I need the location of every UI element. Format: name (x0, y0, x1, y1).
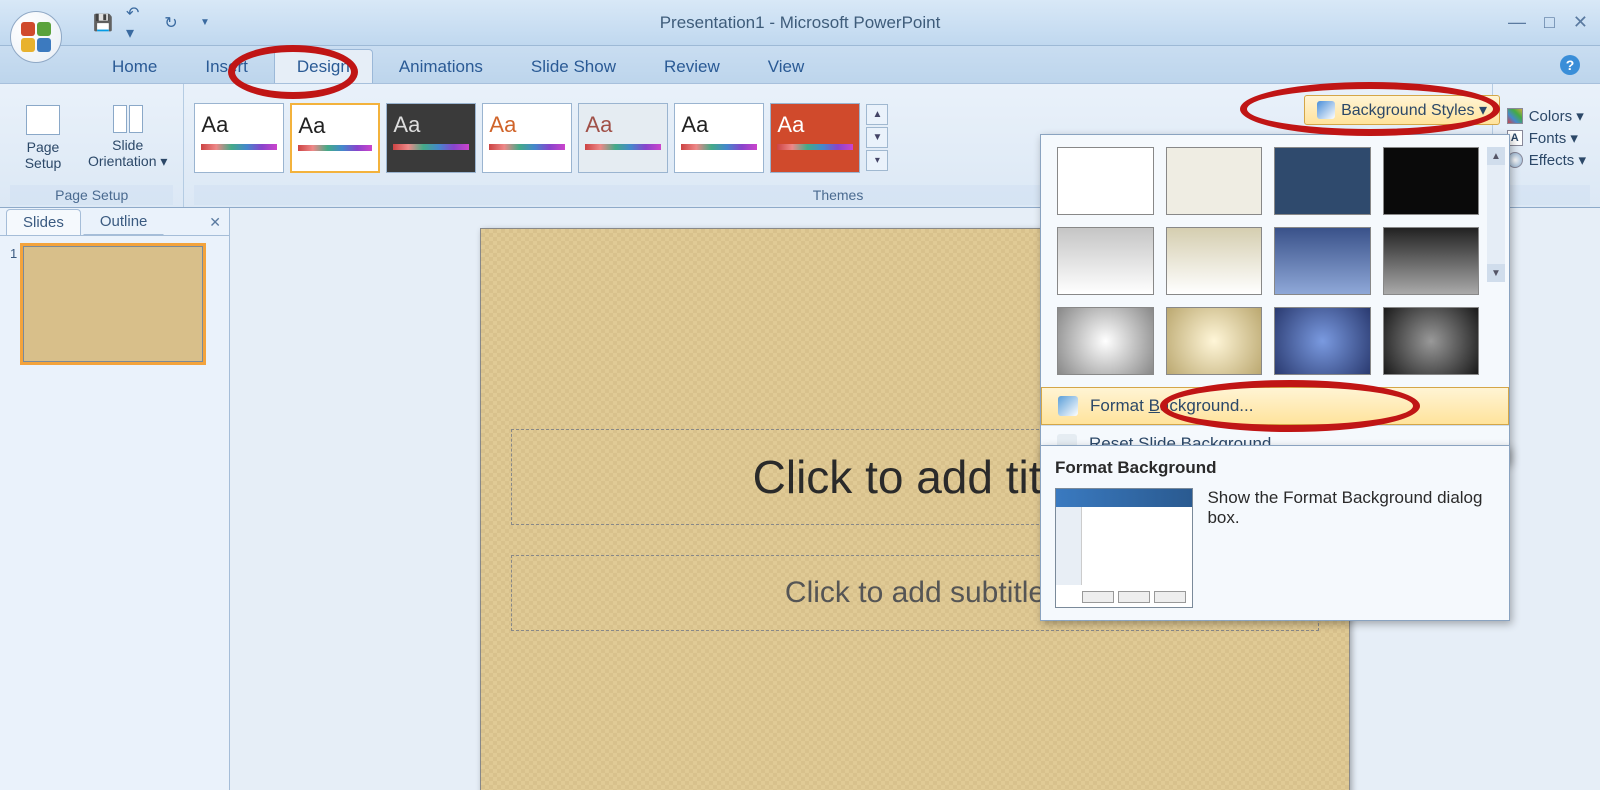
slide-orientation-label: Slide Orientation ▾ (88, 137, 167, 170)
theme-thumbnail[interactable]: Aa (194, 103, 284, 173)
colors-button[interactable]: Colors ▾ (1503, 106, 1590, 126)
window-controls: — □ ✕ (1508, 12, 1588, 33)
background-styles-dropdown: ▲ ▼ Format Background... Reset Slide Bac… (1040, 134, 1510, 463)
tab-view[interactable]: View (746, 50, 827, 83)
effects-label: Effects ▾ (1529, 151, 1586, 169)
background-swatch[interactable] (1057, 307, 1154, 375)
tab-insert[interactable]: Insert (183, 50, 270, 83)
background-swatch[interactable] (1166, 227, 1263, 295)
pane-tab-outline[interactable]: Outline (83, 208, 165, 235)
slide-thumbnail-item[interactable]: 1 (10, 246, 219, 362)
help-icon[interactable]: ? (1560, 55, 1580, 75)
quick-access-toolbar: 💾 ↶ ▾ ↻ ▼ (92, 12, 216, 34)
ribbon-tabs: Home Insert Design Animations Slide Show… (0, 46, 1600, 84)
theme-thumbnail[interactable]: Aa (290, 103, 380, 173)
tab-review[interactable]: Review (642, 50, 742, 83)
tooltip-title: Format Background (1055, 458, 1495, 478)
background-swatch[interactable] (1057, 147, 1154, 215)
theme-thumbnail[interactable]: Aa (674, 103, 764, 173)
background-swatch[interactable] (1274, 147, 1371, 215)
undo-icon[interactable]: ↶ ▾ (126, 12, 148, 34)
background-swatch[interactable] (1274, 227, 1371, 295)
background-swatch[interactable] (1166, 307, 1263, 375)
effects-button[interactable]: Effects ▾ (1503, 150, 1590, 170)
qat-dropdown-icon[interactable]: ▼ (194, 12, 216, 34)
format-background-label: Format Background... (1090, 396, 1253, 416)
tooltip-description: Show the Format Background dialog box. (1207, 488, 1495, 608)
pane-tabs: Slides Outline ✕ (0, 208, 229, 236)
slide-thumbnail-list: 1 (0, 236, 229, 372)
colors-label: Colors ▾ (1529, 107, 1584, 125)
tab-design[interactable]: Design (274, 49, 373, 83)
tooltip-preview-image (1055, 488, 1193, 608)
background-styles-label: Background Styles ▾ (1341, 100, 1487, 120)
tab-slideshow[interactable]: Slide Show (509, 50, 638, 83)
group-label-background (1503, 185, 1590, 205)
close-button[interactable]: ✕ (1573, 12, 1588, 33)
theme-thumbnail[interactable]: Aa (386, 103, 476, 173)
scroll-down-icon[interactable]: ▼ (1487, 264, 1505, 282)
tab-home[interactable]: Home (90, 50, 179, 83)
page-setup-icon (26, 105, 60, 135)
background-swatch[interactable] (1383, 147, 1480, 215)
slide-number: 1 (10, 246, 17, 362)
scroll-up-icon[interactable]: ▲ (1487, 147, 1505, 165)
page-setup-label: Page Setup (25, 139, 62, 171)
office-button[interactable] (10, 11, 62, 63)
background-swatch[interactable] (1383, 227, 1480, 295)
pane-tab-slides[interactable]: Slides (6, 209, 81, 235)
tab-animations[interactable]: Animations (377, 50, 505, 83)
title-bar: 💾 ↶ ▾ ↻ ▼ Presentation1 - Microsoft Powe… (0, 0, 1600, 46)
minimize-button[interactable]: — (1508, 12, 1526, 33)
format-background-tooltip: Format Background Show the Format Backgr… (1040, 445, 1510, 621)
background-swatch[interactable] (1057, 227, 1154, 295)
slide-orientation-icon (113, 105, 143, 133)
window-title: Presentation1 - Microsoft PowerPoint (660, 13, 941, 33)
background-swatch-grid (1041, 135, 1509, 387)
slide-thumbnail (23, 246, 203, 362)
slide-orientation-button[interactable]: Slide Orientation ▾ (82, 101, 173, 174)
maximize-button[interactable]: □ (1544, 12, 1555, 33)
pane-close-icon[interactable]: ✕ (209, 214, 221, 231)
background-swatch[interactable] (1166, 147, 1263, 215)
dropdown-scrollbar[interactable]: ▲ ▼ (1487, 147, 1505, 282)
format-background-menu-item[interactable]: Format Background... (1041, 387, 1509, 425)
background-swatch[interactable] (1383, 307, 1480, 375)
left-pane: Slides Outline ✕ 1 (0, 208, 230, 790)
format-background-icon (1058, 396, 1078, 416)
theme-thumbnail[interactable]: Aa (482, 103, 572, 173)
background-styles-icon (1317, 101, 1335, 119)
theme-thumbnail[interactable]: Aa (578, 103, 668, 173)
redo-icon[interactable]: ↻ (160, 12, 182, 34)
background-styles-button[interactable]: Background Styles ▾ (1304, 95, 1500, 125)
theme-thumbnail[interactable]: Aa (770, 103, 860, 173)
page-setup-button[interactable]: Page Setup (10, 101, 76, 175)
background-swatch[interactable] (1274, 307, 1371, 375)
save-icon[interactable]: 💾 (92, 12, 114, 34)
colors-icon (1507, 108, 1523, 124)
group-label-page-setup: Page Setup (10, 185, 173, 205)
office-logo-icon (21, 22, 51, 52)
theme-gallery-more[interactable]: ▲▼▾ (866, 104, 888, 171)
group-page-setup: Page Setup Slide Orientation ▾ Page Setu… (0, 84, 184, 207)
fonts-label: Fonts ▾ (1529, 129, 1578, 147)
fonts-button[interactable]: AFonts ▾ (1503, 128, 1590, 148)
